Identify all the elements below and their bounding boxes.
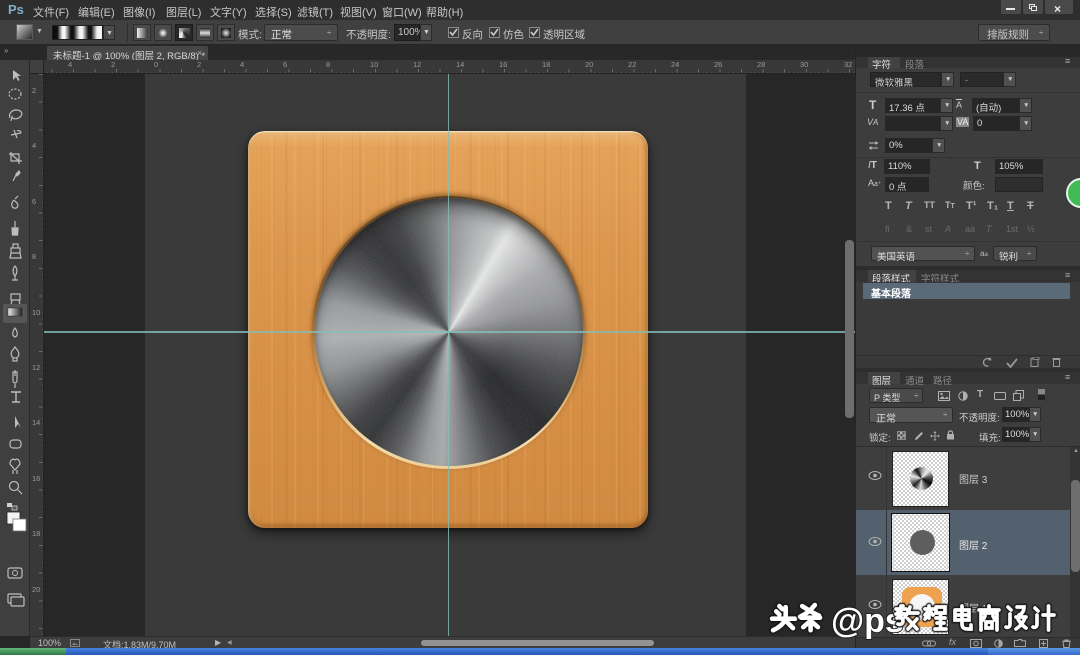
svg-text:@ps: @ps	[831, 602, 904, 640]
